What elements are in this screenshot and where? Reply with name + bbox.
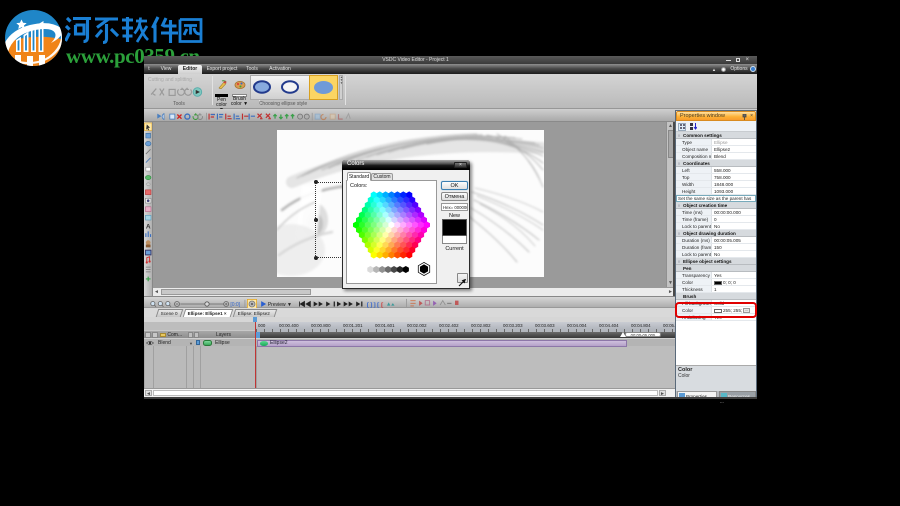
svg-text:][: ][ [373,301,380,308]
svg-text:[0:0]: [0:0] [230,302,240,308]
svg-text:[: [ [380,301,384,308]
svg-text:A: A [146,223,151,230]
svg-text:Preview ▼: Preview ▼ [268,302,292,308]
